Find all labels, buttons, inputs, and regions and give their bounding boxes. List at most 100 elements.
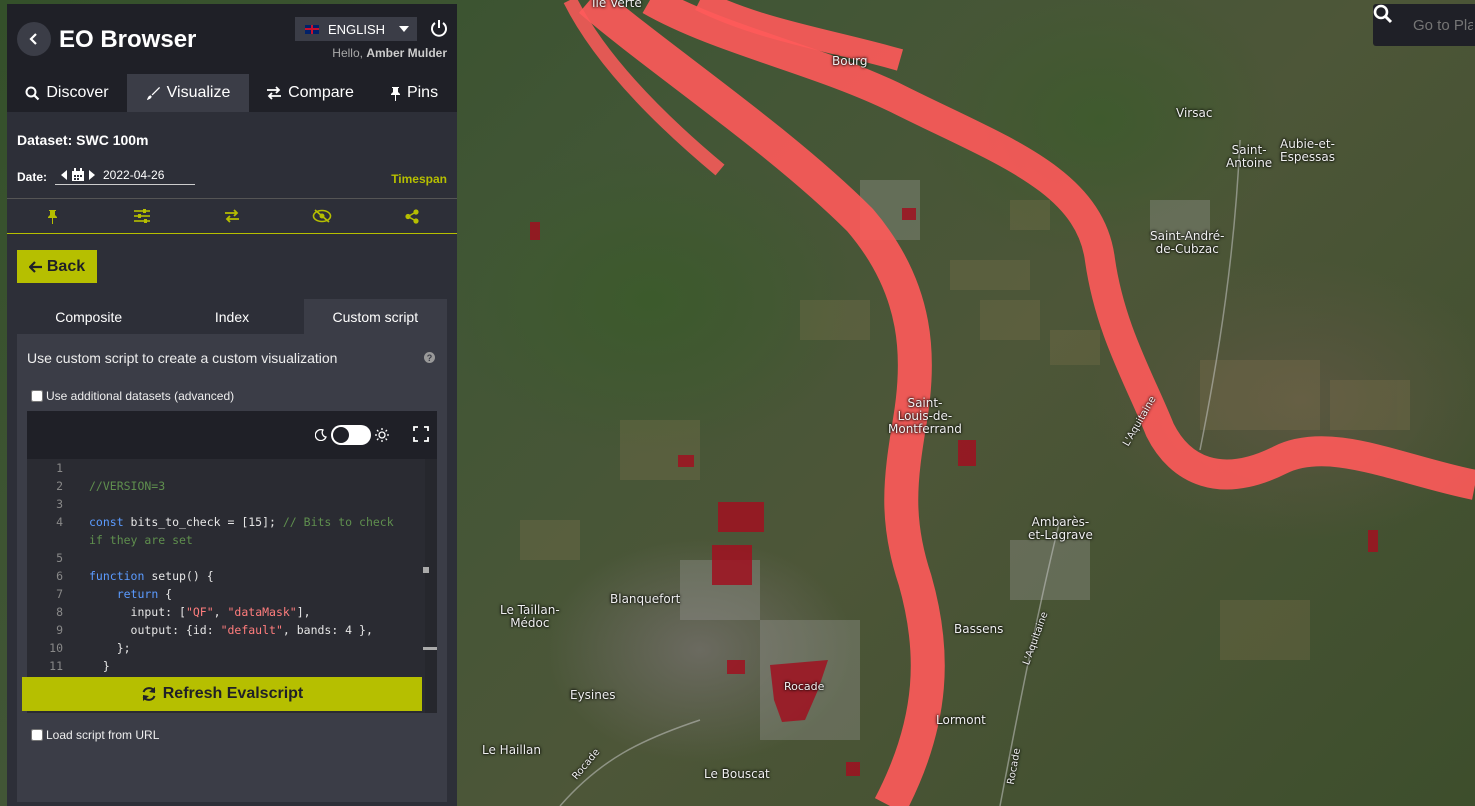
code-text: if they are set — [89, 533, 193, 547]
help-icon[interactable]: ? — [424, 352, 435, 363]
tab-index[interactable]: Index — [160, 299, 303, 334]
fullscreen-button[interactable] — [413, 426, 429, 447]
additional-datasets-option[interactable]: Use additional datasets (advanced) — [31, 389, 234, 403]
load-from-url-checkbox[interactable] — [31, 729, 43, 741]
user-greeting: Hello, Amber Mulder — [332, 46, 447, 60]
map-label: Saint- Louis-de- Montferrand — [888, 396, 962, 436]
map-label: Aubie-et- Espessas — [1280, 137, 1335, 164]
map-label: Blanquefort — [610, 592, 681, 606]
hide-layer-button[interactable] — [307, 201, 337, 231]
effects-button[interactable] — [127, 201, 157, 231]
back-button[interactable]: Back — [17, 250, 97, 283]
pin-icon — [390, 86, 400, 101]
line-number: 4 — [56, 515, 63, 529]
next-date-icon[interactable] — [89, 169, 95, 180]
scrollbar-thumb[interactable] — [423, 567, 429, 573]
code-editor[interactable]: 1 2 //VERSION=3 3 4 const bits_to_check = [15… — [27, 411, 437, 713]
timespan-link[interactable]: Timespan — [391, 172, 447, 186]
code-area[interactable]: 1 2 //VERSION=3 3 4 const bits_to_check = [15… — [27, 459, 437, 713]
custom-script-panel: Use custom script to create a custom vis… — [17, 334, 447, 802]
swap-icon — [225, 209, 239, 223]
refresh-label: Refresh Evalscript — [162, 685, 304, 702]
additional-datasets-label: Use additional datasets (advanced) — [46, 389, 235, 403]
map-label: Le Bouscat — [704, 767, 770, 781]
place-search-input[interactable] — [1413, 16, 1473, 34]
code-line: 6 function setup() { — [27, 567, 423, 585]
map-label: Le Taillan- Médoc — [500, 603, 560, 630]
tab-custom-script[interactable]: Custom script — [303, 299, 447, 334]
pin-layer-button[interactable] — [37, 201, 67, 231]
dataset-name: SWC 100m — [76, 132, 149, 148]
date-value[interactable]: 2022-04-26 — [103, 168, 164, 182]
line-number: 11 — [49, 659, 63, 673]
code-text: }; — [89, 641, 131, 655]
date-picker[interactable]: 2022-04-26 — [55, 165, 195, 185]
tab-label: Pins — [406, 84, 439, 101]
code-text: //VERSION=3 — [89, 479, 166, 493]
code-line: 1 — [27, 459, 423, 477]
code-text: function setup() { — [89, 569, 214, 583]
theme-switch[interactable] — [331, 425, 371, 445]
code-line: 7 return { — [27, 585, 423, 603]
editor-toolbar — [27, 411, 437, 459]
line-number: 2 — [56, 479, 63, 493]
user-name: Amber Mulder — [366, 46, 447, 60]
code-line: 3 — [27, 495, 423, 513]
custom-script-description: Use custom script to create a custom vis… — [27, 350, 338, 366]
share-button[interactable] — [397, 201, 427, 231]
line-number: 6 — [56, 569, 63, 583]
swap-icon — [267, 86, 282, 100]
app-title: EO Browser — [59, 26, 197, 53]
code-line: 9 output: {id: "default", bands: 4 }, — [27, 621, 423, 639]
calendar-icon[interactable] — [71, 167, 85, 182]
refresh-evalscript-button[interactable]: Refresh Evalscript — [22, 677, 422, 711]
tab-label: Visualize — [166, 84, 231, 101]
moon-icon — [315, 429, 327, 441]
collapse-panel-button[interactable] — [17, 22, 51, 56]
prev-date-icon[interactable] — [61, 169, 67, 180]
search-icon[interactable] — [1373, 4, 1413, 46]
dataset-label: Dataset: — [17, 132, 73, 148]
uk-flag-icon — [305, 24, 319, 34]
theme-toggle[interactable] — [315, 425, 389, 445]
share-icon — [405, 208, 419, 224]
tab-compare[interactable]: Compare — [249, 74, 371, 112]
map-label: Saint-André-de-Cubzac — [1150, 229, 1225, 256]
logout-button[interactable] — [429, 18, 449, 38]
layer-actions — [7, 198, 457, 234]
line-number: 8 — [56, 605, 63, 619]
tab-visualize[interactable]: Visualize — [127, 74, 249, 112]
tab-discover[interactable]: Discover — [7, 74, 127, 112]
code-text: return { — [116, 587, 173, 601]
map-label: Virsac — [1176, 106, 1213, 120]
code-text: output: {id: "default", bands: 4 }, — [89, 623, 373, 637]
code-line: 10 }; — [27, 639, 423, 657]
language-select[interactable]: ENGLISH — [295, 17, 417, 41]
main-tabs: Discover Visualize Compare Pins — [7, 74, 457, 112]
load-from-url-option[interactable]: Load script from URL — [31, 728, 159, 742]
chevron-down-icon — [399, 26, 410, 32]
place-search[interactable] — [1373, 4, 1475, 46]
editor-scrollbar[interactable] — [425, 459, 437, 713]
visualization-tabs: Composite Index Custom script — [17, 299, 447, 334]
horizontal-scrollbar-thumb[interactable] — [423, 647, 437, 650]
tab-pins[interactable]: Pins — [371, 74, 457, 112]
map-label: Le Haillan — [482, 743, 542, 757]
tab-composite[interactable]: Composite — [17, 299, 160, 334]
code-line: 4 const bits_to_check = [15]; // Bits to … — [27, 513, 423, 531]
load-from-url-label: Load script from URL — [46, 728, 160, 742]
map-label: Saint- Antoine — [1226, 143, 1273, 170]
chevron-left-icon — [29, 33, 37, 45]
line-number: 1 — [56, 461, 63, 475]
arrow-left-icon — [28, 260, 42, 273]
code-line: 5 — [27, 549, 423, 567]
code-text: const bits_to_check = [15]; // Bits to c… — [89, 515, 394, 529]
additional-datasets-checkbox[interactable] — [31, 390, 43, 402]
panel-header: EO Browser ENGLISH Hello, Amber Mulder — [7, 4, 457, 74]
line-number: 5 — [56, 551, 63, 565]
code-line: if they are set — [27, 531, 423, 549]
code-line: 8 input: ["QF", "dataMask"], — [27, 603, 423, 621]
map-label: Lormont — [936, 713, 986, 727]
compare-button[interactable] — [217, 201, 247, 231]
tab-label: Discover — [46, 84, 109, 101]
